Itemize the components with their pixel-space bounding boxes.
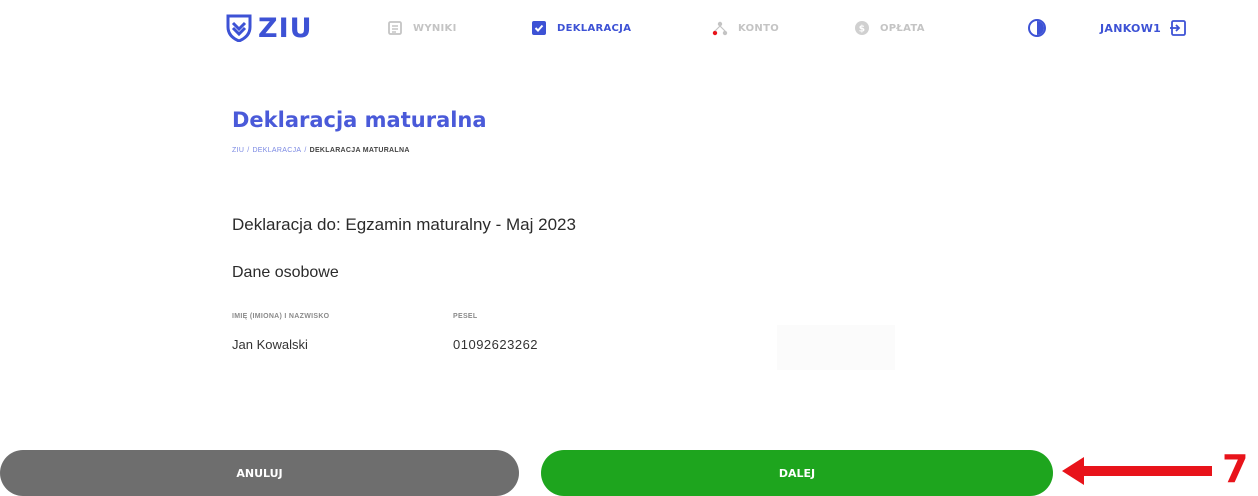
svg-text:$: $ xyxy=(859,25,866,35)
breadcrumb-current: DEKLARACJA MATURALNA xyxy=(309,147,410,154)
results-icon xyxy=(388,21,402,35)
declaration-target: Deklaracja do: Egzamin maturalny - Maj 2… xyxy=(232,215,576,234)
annotation-number: 7 xyxy=(1222,447,1249,491)
annotation-arrow-icon xyxy=(1062,457,1212,485)
breadcrumb-home[interactable]: ZIU xyxy=(232,147,244,154)
nav-item-declaration[interactable]: DEKLARACJA xyxy=(531,17,631,39)
logo-shield-icon xyxy=(226,14,252,42)
nav-item-label: KONTO xyxy=(738,22,779,34)
section-title-personal-data: Dane osobowe xyxy=(232,264,339,281)
checkbox-icon xyxy=(532,21,546,35)
breadcrumb-declaration[interactable]: DEKLARACJA xyxy=(252,147,301,154)
top-navigation: ZIU WYNIKI DEKLARACJA KONTO $ OPŁATA JAN… xyxy=(0,0,1258,60)
nav-item-label: DEKLARACJA xyxy=(557,22,632,34)
username: JANKOW1 xyxy=(1100,21,1162,35)
page: ZIU WYNIKI DEKLARACJA KONTO $ OPŁATA JAN… xyxy=(0,0,1258,496)
logo-text: ZIU xyxy=(258,12,313,44)
logo[interactable]: ZIU xyxy=(226,10,313,46)
account-icon xyxy=(712,21,728,36)
name-field-value: Jan Kowalski xyxy=(232,337,308,352)
name-field-label: IMIĘ (IMIONA) I NAZWISKO xyxy=(232,313,330,320)
breadcrumb: ZIU / DEKLARACJA / DEKLARACJA MATURALNA xyxy=(232,147,410,154)
payment-icon: $ xyxy=(855,21,869,35)
cancel-button[interactable]: ANULUJ xyxy=(0,450,519,496)
logout-icon[interactable] xyxy=(1169,19,1187,37)
pesel-field-label: PESEL xyxy=(453,313,478,320)
nav-item-label: WYNIKI xyxy=(413,22,457,34)
nav-item-payment[interactable]: $ OPŁATA xyxy=(854,17,925,39)
user-menu[interactable]: JANKOW1 xyxy=(1100,17,1187,39)
nav-item-account[interactable]: KONTO xyxy=(712,17,779,39)
next-button[interactable]: DALEJ xyxy=(541,450,1053,496)
pesel-field-value: 01092623262 xyxy=(453,337,539,352)
nav-item-label: OPŁATA xyxy=(880,22,925,34)
breadcrumb-separator: / xyxy=(304,147,307,154)
contrast-icon[interactable] xyxy=(1028,19,1046,37)
faded-panel xyxy=(777,325,895,370)
nav-item-results[interactable]: WYNIKI xyxy=(387,17,457,39)
breadcrumb-separator: / xyxy=(247,147,250,154)
page-title: Deklaracja maturalna xyxy=(232,108,487,132)
